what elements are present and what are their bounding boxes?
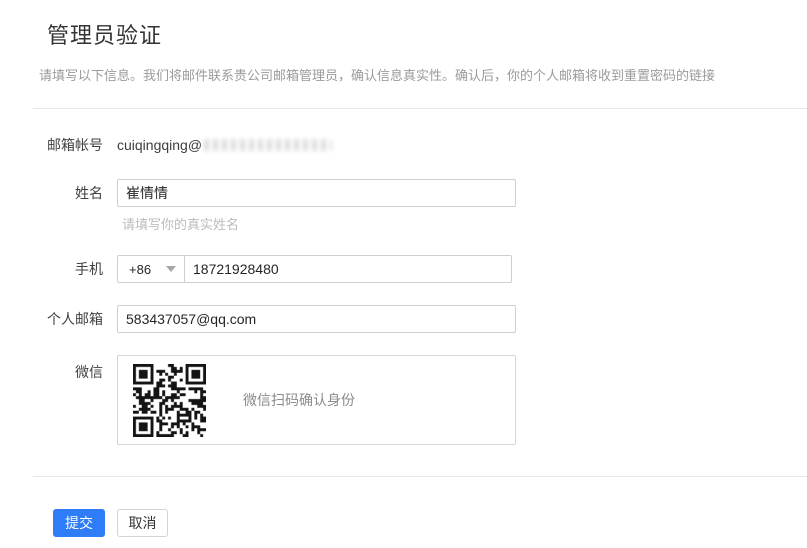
bottom-divider (33, 476, 807, 477)
page-title: 管理员验证 (47, 18, 807, 50)
button-row: 提交 取消 (53, 509, 807, 537)
email-account-label: 邮箱帐号 (40, 135, 103, 155)
personal-email-row: 个人邮箱 (40, 305, 807, 333)
country-code-value: +86 (129, 262, 151, 277)
wechat-row: 微信 微信扫码确认身份 (40, 355, 807, 445)
name-hint: 请填写你的真实姓名 (122, 214, 807, 233)
cancel-button[interactable]: 取消 (117, 509, 168, 537)
admin-verification-page: 管理员验证 请填写以下信息。我们将邮件联系贵公司邮箱管理员，确认信息真实性。确认… (0, 18, 807, 537)
email-account-value: cuiqingqing@ (117, 137, 332, 153)
wechat-scan-box: 微信扫码确认身份 (117, 355, 516, 445)
personal-email-input[interactable] (117, 305, 516, 333)
qr-code (133, 364, 206, 437)
wechat-scan-text: 微信扫码确认身份 (243, 390, 355, 410)
page-subtitle: 请填写以下信息。我们将邮件联系贵公司邮箱管理员，确认信息真实性。确认后，你的个人… (39, 65, 807, 84)
phone-label: 手机 (40, 259, 103, 279)
redacted-email-domain (204, 139, 332, 151)
chevron-down-icon (166, 266, 176, 272)
name-row: 姓名 (40, 179, 807, 207)
country-code-select[interactable]: +86 (117, 255, 185, 283)
email-account-row: 邮箱帐号 cuiqingqing@ (40, 135, 807, 155)
phone-input[interactable] (184, 255, 512, 283)
email-account-visible-text: cuiqingqing@ (117, 137, 202, 153)
personal-email-label: 个人邮箱 (40, 309, 103, 329)
wechat-label: 微信 (40, 362, 103, 382)
top-divider (33, 108, 807, 109)
phone-row: 手机 +86 (40, 255, 807, 283)
name-label: 姓名 (40, 183, 103, 203)
name-input[interactable] (117, 179, 516, 207)
submit-button[interactable]: 提交 (53, 509, 105, 537)
